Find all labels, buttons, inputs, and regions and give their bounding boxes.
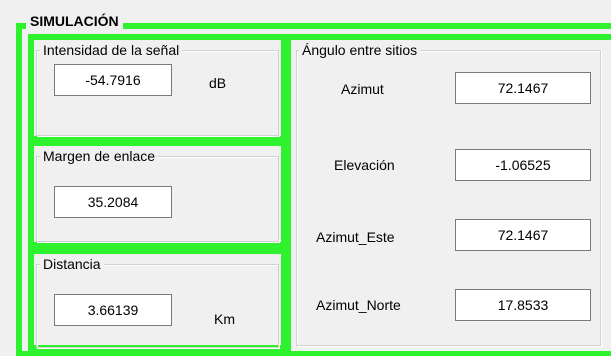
signal-strength-legend: Intensidad de la señal <box>40 41 183 59</box>
azimut-norte-label: Azimut_Norte <box>316 297 401 313</box>
signal-strength-field[interactable]: -54.7916 <box>54 64 172 96</box>
azimut-este-field[interactable]: 72.1467 <box>455 219 591 251</box>
link-margin-field[interactable]: 35.2084 <box>54 186 172 218</box>
simulation-title: SIMULACIÓN <box>26 10 123 32</box>
distance-field[interactable]: 3.66139 <box>54 294 172 326</box>
distance-legend: Distancia <box>40 255 104 273</box>
azimut-este-label: Azimut_Este <box>316 229 395 245</box>
angles-panel: Ángulo entre sitios Azimut 72.1467 Eleva… <box>285 34 611 351</box>
azimut-field[interactable]: 72.1467 <box>455 72 591 104</box>
azimut-norte-field[interactable]: 17.8533 <box>455 289 591 321</box>
elevacion-field[interactable]: -1.06525 <box>455 149 591 181</box>
simulation-panel-bottom-border <box>16 351 611 356</box>
signal-strength-panel: Intensidad de la señal -54.7916 dB <box>28 34 287 142</box>
link-margin-legend: Margen de enlace <box>40 147 159 165</box>
distance-unit: Km <box>214 311 235 327</box>
signal-strength-unit: dB <box>209 75 227 91</box>
angles-legend: Ángulo entre sitios <box>299 41 421 59</box>
azimut-label: Azimut <box>341 81 384 97</box>
link-margin-panel: Margen de enlace 35.2084 <box>28 140 287 248</box>
distance-panel: Distancia 3.66139 Km <box>28 248 287 351</box>
elevacion-label: Elevación <box>334 157 395 173</box>
